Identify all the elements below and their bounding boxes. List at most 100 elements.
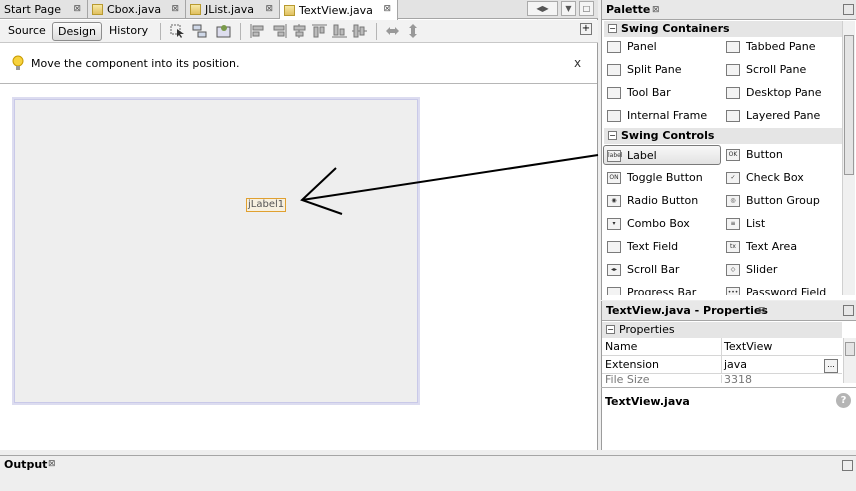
property-row-file-size[interactable]: File Size 3318 — [602, 375, 842, 383]
palette-title: Palette — [606, 3, 651, 16]
property-value[interactable]: java — [724, 356, 747, 373]
maximize-editor-button[interactable]: □ — [579, 1, 594, 16]
palette-item-combo-box[interactable]: ▾ Combo Box — [604, 214, 721, 234]
scroll-right-icon[interactable]: ▶ — [543, 4, 549, 13]
editor-toolbar: Source Design History + — [0, 20, 598, 43]
close-hint-button[interactable]: x — [574, 56, 581, 70]
panel-icon — [607, 41, 621, 53]
connection-mode-icon[interactable] — [192, 24, 207, 38]
palette-scrollbar[interactable] — [842, 21, 855, 295]
text-area-icon: tx — [726, 241, 740, 253]
category-swing-containers[interactable]: − Swing Containers — [604, 21, 843, 37]
palette-item-tabbed-pane[interactable]: Tabbed Pane — [723, 37, 840, 57]
property-row-extension[interactable]: Extension java — [602, 356, 842, 374]
item-label: Text Field — [627, 240, 679, 253]
item-label: Label — [627, 149, 657, 162]
split-pane-icon — [607, 64, 621, 76]
align-bottom-icon[interactable] — [332, 24, 347, 38]
palette-item-tool-bar[interactable]: Tool Bar — [604, 83, 721, 103]
palette-item-internal-frame[interactable]: Internal Frame — [604, 106, 721, 126]
history-button[interactable]: History — [104, 22, 153, 41]
close-tab-icon[interactable]: ⊠ — [383, 4, 391, 14]
palette-item-scroll-bar[interactable]: ◂▸ Scroll Bar — [604, 260, 721, 280]
resize-vertical-icon[interactable] — [406, 24, 421, 38]
jlabel-component[interactable]: jLabel1 — [246, 198, 287, 212]
properties-scrollbar[interactable] — [843, 338, 856, 383]
expand-icon[interactable]: + — [580, 23, 592, 35]
scroll-bar-icon: ◂▸ — [607, 264, 621, 276]
palette-item-scroll-pane[interactable]: Scroll Pane — [723, 60, 840, 80]
collapse-icon[interactable]: − — [606, 325, 615, 334]
property-row-name[interactable]: Name TextView — [602, 338, 842, 356]
minimize-icon[interactable] — [843, 305, 854, 316]
resize-horizontal-icon[interactable] — [385, 24, 400, 38]
tab-textview-java[interactable]: TextView.java ⊠ — [280, 0, 398, 20]
palette-item-split-pane[interactable]: Split Pane — [604, 60, 721, 80]
close-tab-icon[interactable]: ⊠ — [73, 4, 81, 14]
item-label: Check Box — [746, 171, 804, 184]
preview-design-icon[interactable] — [216, 24, 231, 38]
selection-mode-icon[interactable] — [170, 24, 185, 38]
align-top-icon[interactable] — [312, 24, 327, 38]
column-divider — [721, 356, 722, 374]
property-value[interactable]: TextView — [724, 338, 772, 355]
align-left-icon[interactable] — [250, 24, 265, 38]
palette-item-text-area[interactable]: tx Text Area — [723, 237, 840, 257]
column-divider — [721, 375, 722, 383]
palette-item-desktop-pane[interactable]: Desktop Pane — [723, 83, 840, 103]
collapse-icon[interactable]: − — [608, 24, 617, 33]
item-label: List — [746, 217, 766, 230]
source-button[interactable]: Source — [3, 22, 51, 41]
desktop-pane-icon — [726, 87, 740, 99]
palette-item-password-field[interactable]: ••• Password Field — [723, 283, 840, 295]
center-horizontally-icon[interactable] — [292, 24, 307, 38]
minimize-icon[interactable] — [842, 460, 853, 471]
help-icon[interactable]: ? — [836, 393, 851, 408]
tab-label: TextView.java — [299, 3, 373, 17]
align-right-icon[interactable] — [272, 24, 287, 38]
palette-item-radio-button[interactable]: ◉ Radio Button — [604, 191, 721, 211]
item-label: Tool Bar — [627, 86, 671, 99]
category-swing-controls[interactable]: − Swing Controls — [604, 128, 843, 144]
item-label: Split Pane — [627, 63, 682, 76]
output-title[interactable]: Output — [4, 458, 47, 471]
tab-list-menu[interactable]: ▼ — [561, 1, 576, 16]
tab-jlist-java[interactable]: JList.java ⊠ — [186, 0, 280, 19]
palette-item-slider[interactable]: ◇ Slider — [723, 260, 840, 280]
palette-item-list[interactable]: ≡ List — [723, 214, 840, 234]
tab-label: Cbox.java — [107, 3, 162, 16]
design-button[interactable]: Design — [52, 22, 102, 41]
palette-item-text-field[interactable]: Text Field — [604, 237, 721, 257]
design-canvas[interactable] — [12, 97, 420, 405]
scrollbar-thumb[interactable] — [845, 342, 855, 356]
close-properties-icon[interactable]: ⊠ — [758, 306, 766, 316]
palette-item-button-group[interactable]: ◎ Button Group — [723, 191, 840, 211]
tab-start-page[interactable]: Start Page ⊠ — [0, 0, 88, 19]
properties-section[interactable]: − Properties — [602, 322, 842, 338]
close-tab-icon[interactable]: ⊠ — [265, 4, 273, 14]
scrollbar-thumb[interactable] — [844, 35, 854, 175]
minimize-icon[interactable] — [843, 4, 854, 15]
palette-item-button[interactable]: OK Button — [723, 145, 840, 165]
collapse-icon[interactable]: − — [608, 131, 617, 140]
palette-item-check-box[interactable]: ✓ Check Box — [723, 168, 840, 188]
close-palette-icon[interactable]: ⊠ — [652, 5, 660, 15]
drag-arrow — [300, 154, 599, 215]
close-output-icon[interactable]: ⊠ — [48, 459, 56, 469]
palette-item-layered-pane[interactable]: Layered Pane — [723, 106, 840, 126]
palette-item-progress-bar[interactable]: Progress Bar — [604, 283, 721, 295]
palette-item-panel[interactable]: Panel — [604, 37, 721, 57]
item-label: Scroll Bar — [627, 263, 680, 276]
close-tab-icon[interactable]: ⊠ — [171, 4, 179, 14]
toolbar-divider — [376, 23, 377, 40]
item-label: Desktop Pane — [746, 86, 822, 99]
tool-bar-icon — [607, 87, 621, 99]
tab-scroll-buttons[interactable]: ◀▶ — [527, 1, 558, 16]
palette-item-label[interactable]: label Label — [603, 145, 721, 165]
item-label: Slider — [746, 263, 778, 276]
button-icon: OK — [726, 149, 740, 161]
custom-editor-button[interactable]: ... — [824, 359, 838, 373]
tab-cbox-java[interactable]: Cbox.java ⊠ — [88, 0, 186, 19]
palette-item-toggle-button[interactable]: ON Toggle Button — [604, 168, 721, 188]
center-vertically-icon[interactable] — [352, 24, 367, 38]
